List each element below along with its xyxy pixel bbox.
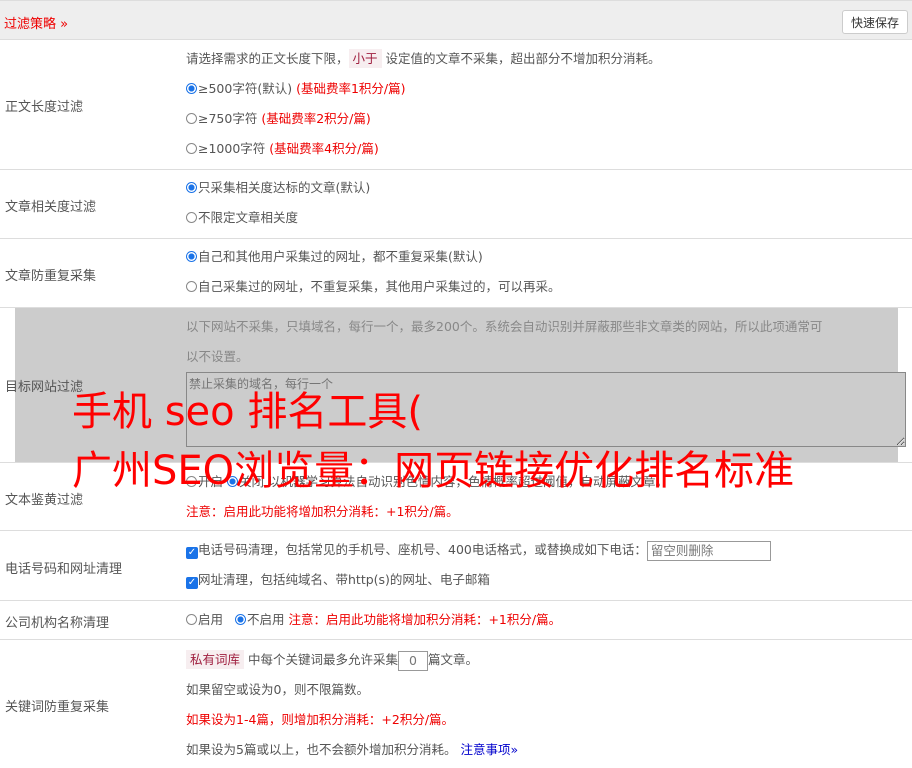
- desc: 以下网站不采集，只填域名，每行一个，最多200个。系统会自动识别并屏蔽那些非文章…: [186, 319, 823, 334]
- keyword-row: 关键词防重复采集 私有词库 中每个关键词最多允许采集 0 篇文章。 如果留空或设为0…: [0, 640, 912, 768]
- company-row: 公司机构名称清理 启用 不启用 注意：启用此功能将增加积分消耗：+1积分/篇。: [0, 601, 912, 640]
- row-label: 关键词防重复采集: [5, 700, 110, 715]
- desc: 设定值的文章不采集，超出部分不增加积分消耗。: [381, 51, 661, 66]
- note: 注意：启用此功能将增加积分消耗：+1积分/篇。: [288, 612, 562, 627]
- radio-company-on[interactable]: 启用: [186, 612, 223, 627]
- url-clean-checkbox[interactable]: ✓ 网址清理，包括纯域名、带http(s)的网址、电子邮箱: [186, 565, 904, 595]
- row-label: 正文长度过滤: [5, 100, 84, 115]
- header: 过滤策略 » 快速保存: [0, 0, 912, 40]
- radio-relevance-off[interactable]: 不限定文章相关度: [186, 203, 904, 233]
- tag: 小于: [348, 49, 382, 68]
- note: 注意：启用此功能将增加积分消耗：+1积分/篇。: [186, 504, 459, 519]
- desc: 请选择需求的正文长度下限，: [186, 51, 349, 66]
- tag: 私有词库: [186, 650, 245, 669]
- watermark-line1: 手机 seo 排名工具(: [72, 389, 423, 435]
- length-filter-row: 正文长度过滤 请选择需求的正文长度下限， 小于 设定值的文章不采集，超出部分不增加…: [0, 40, 912, 170]
- phone-clean-checkbox[interactable]: ✓ 电话号码清理，包括常见的手机号、座机号、400电话格式，或替换成如下电话：: [186, 542, 647, 559]
- note: 如果设为1-4篇，则增加积分消耗：+2积分/篇。: [186, 712, 455, 727]
- radio-dup-self[interactable]: 自己采集过的网址，不重复采集，其他用户采集过的，可以再采。: [186, 272, 904, 302]
- replace-phone-input[interactable]: 留空则删除: [646, 540, 771, 561]
- dup-row: 文章防重复采集 自己和其他用户采集过的网址，都不重复采集(默认) 自己采集过的网…: [0, 239, 912, 308]
- radio-500[interactable]: ≥500字符(默认) (基础费率1积分/篇): [186, 74, 904, 104]
- phone-row: 电话号码和网址清理 ✓ 电话号码清理，包括常见的手机号、座机号、400电话格式，或…: [0, 531, 912, 601]
- watermark-line2: 广州SEO浏览量：网页链接优化排名标准: [72, 448, 795, 494]
- row-label: 文章相关度过滤: [5, 200, 97, 215]
- radio-1000[interactable]: ≥1000字符 (基础费率4积分/篇): [186, 134, 904, 164]
- desc: 如果设为5篇或以上，也不会额外增加积分消耗。: [186, 742, 457, 757]
- desc: 如果留空或设为0，则不限篇数。: [186, 682, 369, 697]
- max-articles-input[interactable]: 0: [398, 650, 428, 671]
- relevance-row: 文章相关度过滤 只采集相关度达标的文章(默认) 不限定文章相关度: [0, 170, 912, 239]
- row-label: 文章防重复采集: [5, 269, 97, 284]
- quick-save-button[interactable]: 快速保存: [841, 10, 908, 34]
- filter-strategy-toggle[interactable]: 过滤策略 »: [4, 13, 68, 32]
- radio-750[interactable]: ≥750字符 (基础费率2积分/篇): [186, 104, 904, 134]
- desc: 以不设置。: [186, 349, 249, 364]
- radio-relevance-on[interactable]: 只采集相关度达标的文章(默认): [186, 173, 904, 203]
- radio-company-off[interactable]: 不启用: [234, 612, 284, 627]
- notes-link[interactable]: 注意事项»: [460, 742, 518, 757]
- row-label: 公司机构名称清理: [5, 616, 110, 631]
- radio-dup-all[interactable]: 自己和其他用户采集过的网址，都不重复采集(默认): [186, 242, 904, 272]
- row-label: 电话号码和网址清理: [5, 562, 123, 577]
